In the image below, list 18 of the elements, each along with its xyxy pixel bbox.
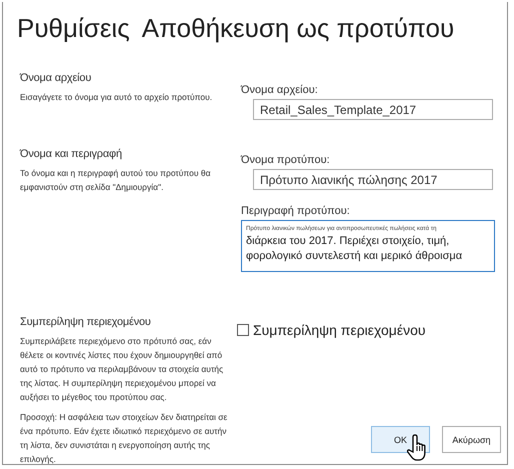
text-field[interactable]: Πρότυπο λιανικής πώλησης 2017 xyxy=(253,169,493,190)
section-description: Το όνομα και η περιγραφή αυτού του προτύπου θα εμφανιστούν στη σελίδα "Δημιουργία". xyxy=(20,167,212,194)
page-title: Αποθήκευση ως προτύπου xyxy=(142,12,454,45)
field-label: Όνομα αρχείου: xyxy=(241,84,319,96)
section-description: Προσοχή: Η ασφάλεια των στοιχείων δεν διατηρείται σε ένα πρότυπο. Εάν έχετε ιδιωτικό περιεχόμενο σε αυτήν τη λίστα, δεν συνιστάται η ενεργοποίηση αυτής της επιλογής. xyxy=(20,411,228,464)
checkbox-label: Συμπερίληψη περιεχομένου xyxy=(253,322,426,338)
text-field[interactable]: Retail_Sales_Template_2017 xyxy=(253,99,493,120)
field-label: Όνομα προτύπου: xyxy=(241,154,331,166)
section-heading: Όνομα και περιγραφή xyxy=(20,148,123,160)
description-text: διάρκεια του 2017. Περιέχει στοιχείο, τιμή, φορολογικό συντελεστή και μερικό άθροισμα xyxy=(246,234,464,264)
field-label: Περιγραφή προτύπου: xyxy=(241,205,351,217)
checkbox[interactable] xyxy=(237,324,249,336)
section-heading: Συμπερίληψη περιεχομένου xyxy=(20,316,152,328)
section-heading: Όνομα αρχείου xyxy=(20,72,92,84)
section-description: Συμπεριλάβετε περιεχόμενο στο πρότυπό σας, εάν θέλετε οι κοντινές λίστες που έχουν δημιουργηθεί από αυτό το πρότυπο να περιλαμβάνουν τα στοιχεία αυτής της λίστας. Η συμπερίληψη περιεχομένου μπορεί να αυξήσει το μέγεθος του προτύπου σας. xyxy=(20,335,224,404)
section-description: Εισαγάγετε το όνομα για αυτό το αρχείο προτύπου. xyxy=(20,91,214,104)
dialog-button[interactable]: Ακύρωση xyxy=(442,426,501,453)
breadcrumb-link[interactable]: Ρυθμίσεις xyxy=(17,10,130,54)
